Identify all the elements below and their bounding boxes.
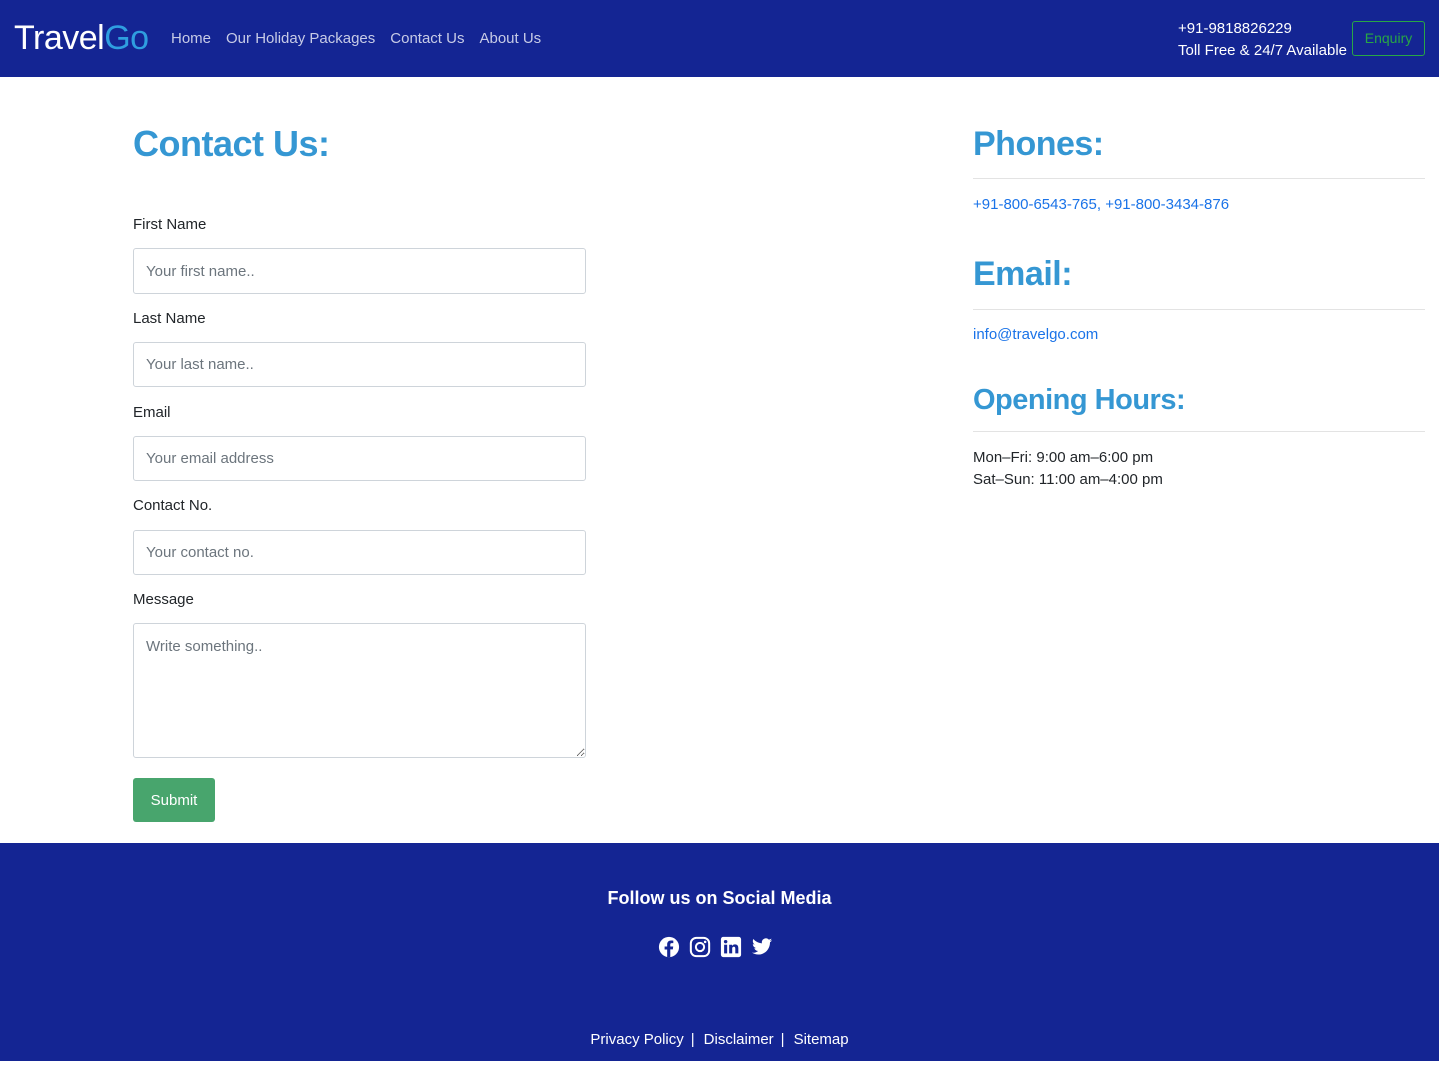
brand-text-travel: Travel xyxy=(14,19,105,57)
social-icons xyxy=(658,936,782,958)
nav-about-us-link[interactable]: About Us xyxy=(479,29,541,49)
enquiry-button[interactable]: Enquiry xyxy=(1352,21,1425,56)
header-phone-block: +91-9818826229 Toll Free & 24/7 Availabl… xyxy=(1178,18,1347,62)
header-phone-number: +91-9818826229 xyxy=(1178,20,1292,37)
privacy-policy-link[interactable]: Privacy Policy xyxy=(590,1031,683,1048)
last-name-label: Last Name xyxy=(133,310,206,327)
last-name-input[interactable] xyxy=(133,342,586,387)
contact-number-label: Contact No. xyxy=(133,497,213,514)
sitemap-link[interactable]: Sitemap xyxy=(794,1031,849,1048)
instagram-icon[interactable] xyxy=(689,936,711,958)
follow-social-heading: Follow us on Social Media xyxy=(607,888,832,908)
top-navbar: TravelGo Home Our Holiday Packages Conta… xyxy=(0,0,1439,77)
footer-links: Privacy Policy | Disclaimer | Sitemap xyxy=(0,1030,1439,1050)
main-nav: Home Our Holiday Packages Contact Us Abo… xyxy=(171,29,556,49)
site-footer: Follow us on Social Media Privacy Policy… xyxy=(0,843,1439,1061)
disclaimer-link[interactable]: Disclaimer xyxy=(704,1031,774,1048)
phones-divider xyxy=(973,178,1425,179)
submit-button[interactable]: Submit xyxy=(133,778,215,822)
nav-holiday-packages-link[interactable]: Our Holiday Packages xyxy=(226,29,375,49)
opening-hours-text: Mon–Fri: 9:00 am–6:00 pm Sat–Sun: 11:00 … xyxy=(973,447,1163,491)
message-textarea[interactable] xyxy=(133,623,586,758)
opening-hours-heading: Opening Hours: xyxy=(973,384,1186,416)
first-name-input[interactable] xyxy=(133,248,586,294)
hours-weekend: Sat–Sun: 11:00 am–4:00 pm xyxy=(973,471,1163,488)
contact-page-title: Contact Us: xyxy=(133,123,330,164)
email-heading: Email: xyxy=(973,255,1073,293)
message-label: Message xyxy=(133,591,194,608)
hours-weekday: Mon–Fri: 9:00 am–6:00 pm xyxy=(973,449,1154,466)
contact-number-input[interactable] xyxy=(133,530,586,575)
email-divider xyxy=(973,309,1425,310)
phones-heading: Phones: xyxy=(973,125,1104,163)
nav-home-link[interactable]: Home xyxy=(171,29,211,49)
first-name-label: First Name xyxy=(133,216,207,233)
footer-separator: | xyxy=(690,1031,695,1048)
twitter-icon[interactable] xyxy=(751,936,773,958)
hours-divider xyxy=(973,431,1425,432)
email-link[interactable]: info@travelgo.com xyxy=(973,325,1098,345)
header-availability-text: Toll Free & 24/7 Available xyxy=(1178,42,1347,59)
facebook-icon[interactable] xyxy=(658,936,680,958)
email-input[interactable] xyxy=(133,436,586,481)
email-label: Email xyxy=(133,404,171,421)
brand-text-go: Go xyxy=(104,19,149,57)
footer-separator: | xyxy=(780,1031,785,1048)
brand-logo[interactable]: TravelGo xyxy=(14,18,149,58)
nav-contact-us-link[interactable]: Contact Us xyxy=(390,29,464,49)
phones-link[interactable]: +91-800-6543-765, +91-800-3434-876 xyxy=(973,195,1229,215)
linkedin-icon[interactable] xyxy=(720,936,742,958)
